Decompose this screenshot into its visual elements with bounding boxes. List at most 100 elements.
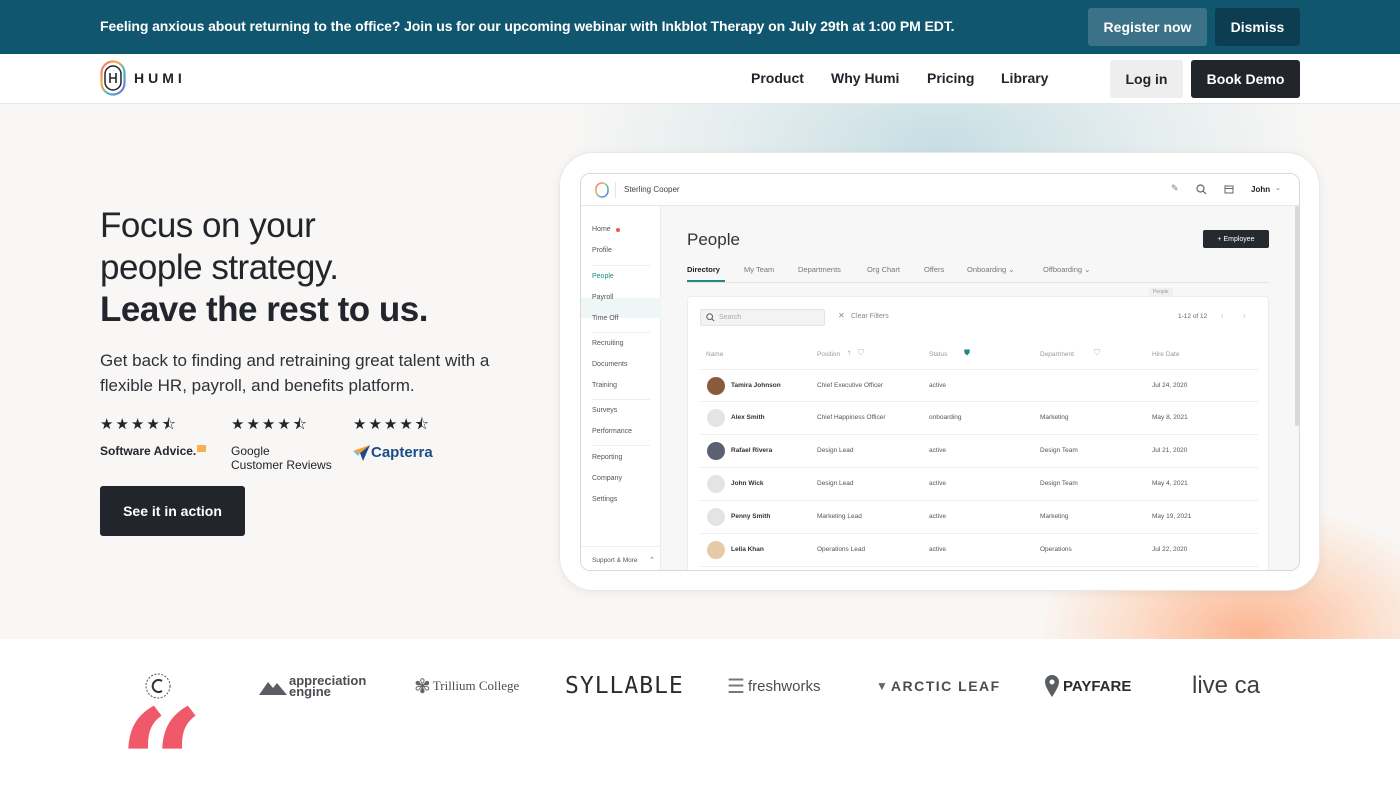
filter-active-icon: ⛊: [964, 348, 970, 357]
site-header: HUMI Product Why Humi Pricing Library Lo…: [0, 54, 1400, 104]
customer-logos: appreciation engine ✾ Trillium College S…: [0, 639, 1400, 734]
mock-col-name: Name: [706, 351, 724, 358]
capterra-logo: Capterra: [371, 444, 433, 461]
nav-pricing[interactable]: Pricing: [927, 70, 974, 86]
mock-side-surveys: Surveys: [592, 407, 618, 414]
rating-google: ★★★★⯪ Google Customer Reviews: [231, 414, 332, 471]
dismiss-button[interactable]: Dismiss: [1215, 8, 1300, 46]
mock-tab-onboarding: Onboarding ⌄: [967, 265, 1015, 274]
app-mock: Sterling Cooper ✎ John ⌄ Home Profile Pe…: [580, 173, 1300, 571]
announcement-text: Feeling anxious about returning to the o…: [100, 18, 955, 34]
announcement-bar: Feeling anxious about returning to the o…: [0, 0, 1400, 54]
product-screenshot-frame: Sterling Cooper ✎ John ⌄ Home Profile Pe…: [559, 152, 1320, 591]
mock-side-documents: Documents: [592, 361, 628, 368]
chevron-up-icon: ⌃: [649, 557, 655, 564]
leaf-icon: ▼: [876, 679, 888, 693]
mock-side-company: Company: [592, 475, 622, 482]
pencil-icon: ✎: [1171, 183, 1179, 193]
avatar: [707, 475, 725, 493]
nav-product[interactable]: Product: [751, 70, 804, 86]
mock-col-department: Department: [1040, 351, 1074, 358]
avatar: [707, 409, 725, 427]
mock-tooltip: People: [1149, 288, 1173, 296]
headline-line-3: Leave the rest to us.: [100, 290, 428, 329]
mock-tab-offers: Offers: [924, 265, 945, 274]
mock-tab-offboarding: Offboarding ⌄: [1043, 265, 1091, 274]
capterra-arrow-icon: [353, 444, 370, 461]
mock-side-profile: Profile: [592, 247, 612, 254]
mock-company-name: Sterling Cooper: [624, 185, 680, 194]
mock-pager: 1-12 of 12: [1178, 313, 1208, 320]
table-row: Rafael Rivera Design Lead active Design …: [700, 435, 1258, 468]
mock-search-input: Search: [700, 309, 825, 326]
quote-mark-icon: “: [118, 677, 205, 800]
register-now-button[interactable]: Register now: [1088, 8, 1207, 46]
mock-page-title: People: [687, 230, 740, 249]
mock-col-status: Status: [929, 351, 948, 358]
book-demo-button[interactable]: Book Demo: [1191, 60, 1300, 98]
google-logo-line-2: Customer Reviews: [231, 458, 332, 472]
logo-freshworks: ☰ freshworks: [727, 675, 821, 698]
mock-side-home: Home: [592, 226, 611, 233]
mock-logo-icon: [595, 182, 609, 198]
mock-topbar: Sterling Cooper ✎ John ⌄: [581, 174, 1299, 206]
mock-side-support: Support & More: [592, 557, 638, 564]
humi-logo[interactable]: HUMI: [100, 60, 186, 96]
filter-icon: ⛉: [858, 348, 864, 357]
star-rating: ★★★★⯪: [353, 416, 431, 433]
logo-appreciation-engine: appreciation engine: [259, 671, 366, 701]
avatar: [707, 508, 725, 526]
speech-bubble-icon: [197, 444, 207, 452]
mock-side-performance: Performance: [592, 428, 633, 435]
chevron-down-icon: ⌄: [1275, 185, 1281, 192]
avatar: [707, 377, 725, 395]
mock-main-content: People + Employee Directory My Team Depa…: [661, 206, 1299, 570]
software-advice-logo: Software Advice.: [100, 444, 197, 458]
mock-side-training: Training: [592, 382, 618, 389]
notification-dot-icon: [616, 228, 620, 232]
mock-tab-myteam: My Team: [744, 265, 775, 274]
mock-col-hiredate: Hire Date: [1152, 351, 1180, 358]
search-icon: [706, 313, 715, 322]
logo-arctic-leaf: ▼ ARCTIC LEAF: [876, 678, 1001, 694]
location-pin-icon: [1045, 675, 1059, 697]
hero-subtext: Get back to finding and retraining great…: [100, 351, 490, 395]
search-icon: [1196, 184, 1207, 195]
avatar: [707, 442, 725, 460]
rating-software-advice: ★★★★⯪ Software Advice.: [100, 414, 207, 458]
mock-tab-directory: Directory: [687, 265, 720, 274]
mock-scrollbar: [1295, 206, 1299, 426]
google-logo-line-1: Google: [231, 444, 270, 458]
see-it-in-action-button[interactable]: See it in action: [100, 486, 245, 536]
nav-why-humi[interactable]: Why Humi: [831, 70, 899, 86]
logo-trillium-college: ✾ Trillium College: [414, 675, 520, 698]
chevron-right-icon: ›: [1243, 311, 1246, 320]
mock-sidebar: Home Profile People Payroll Time Off Rec…: [581, 206, 661, 570]
login-button[interactable]: Log in: [1110, 60, 1183, 98]
hero-section: Focus on your people strategy. Leave the…: [0, 104, 1400, 639]
filter-icon: ⛉: [1094, 348, 1100, 357]
calendar-icon: [1224, 185, 1234, 194]
mock-side-timeoff: Time Off: [592, 315, 619, 322]
logo-payfare: PAYFARE: [1045, 671, 1131, 701]
freshworks-swirl-icon: ☰: [727, 675, 745, 698]
close-icon: ✕: [838, 311, 845, 320]
mock-tab-orgchart: Org Chart: [867, 265, 900, 274]
logo-wordmark: HUMI: [134, 70, 186, 86]
mountain-logo-icon: [259, 682, 287, 695]
mock-side-settings: Settings: [592, 496, 618, 503]
mock-directory-table: Search ✕ Clear Filters 1-12 of 12 ‹ › Na…: [687, 296, 1269, 570]
table-row: Penny Smith Marketing Lead active Market…: [700, 501, 1258, 534]
avatar: [707, 541, 725, 559]
mock-clear-filters: Clear Filters: [851, 313, 889, 320]
table-row: Leila Khan Operations Lead active Operat…: [700, 534, 1258, 567]
mock-tab-departments: Departments: [798, 265, 841, 274]
nav-library[interactable]: Library: [1001, 70, 1048, 86]
logo-live-ca: live ca: [1192, 672, 1261, 699]
headline-line-2: people strategy.: [100, 248, 339, 287]
logo-syllable: SYLLABLE: [565, 673, 684, 699]
mock-col-position: Position: [817, 351, 841, 358]
mock-side-reporting: Reporting: [592, 454, 623, 461]
star-rating: ★★★★⯪: [231, 416, 309, 433]
chevron-left-icon: ‹: [1221, 311, 1224, 320]
